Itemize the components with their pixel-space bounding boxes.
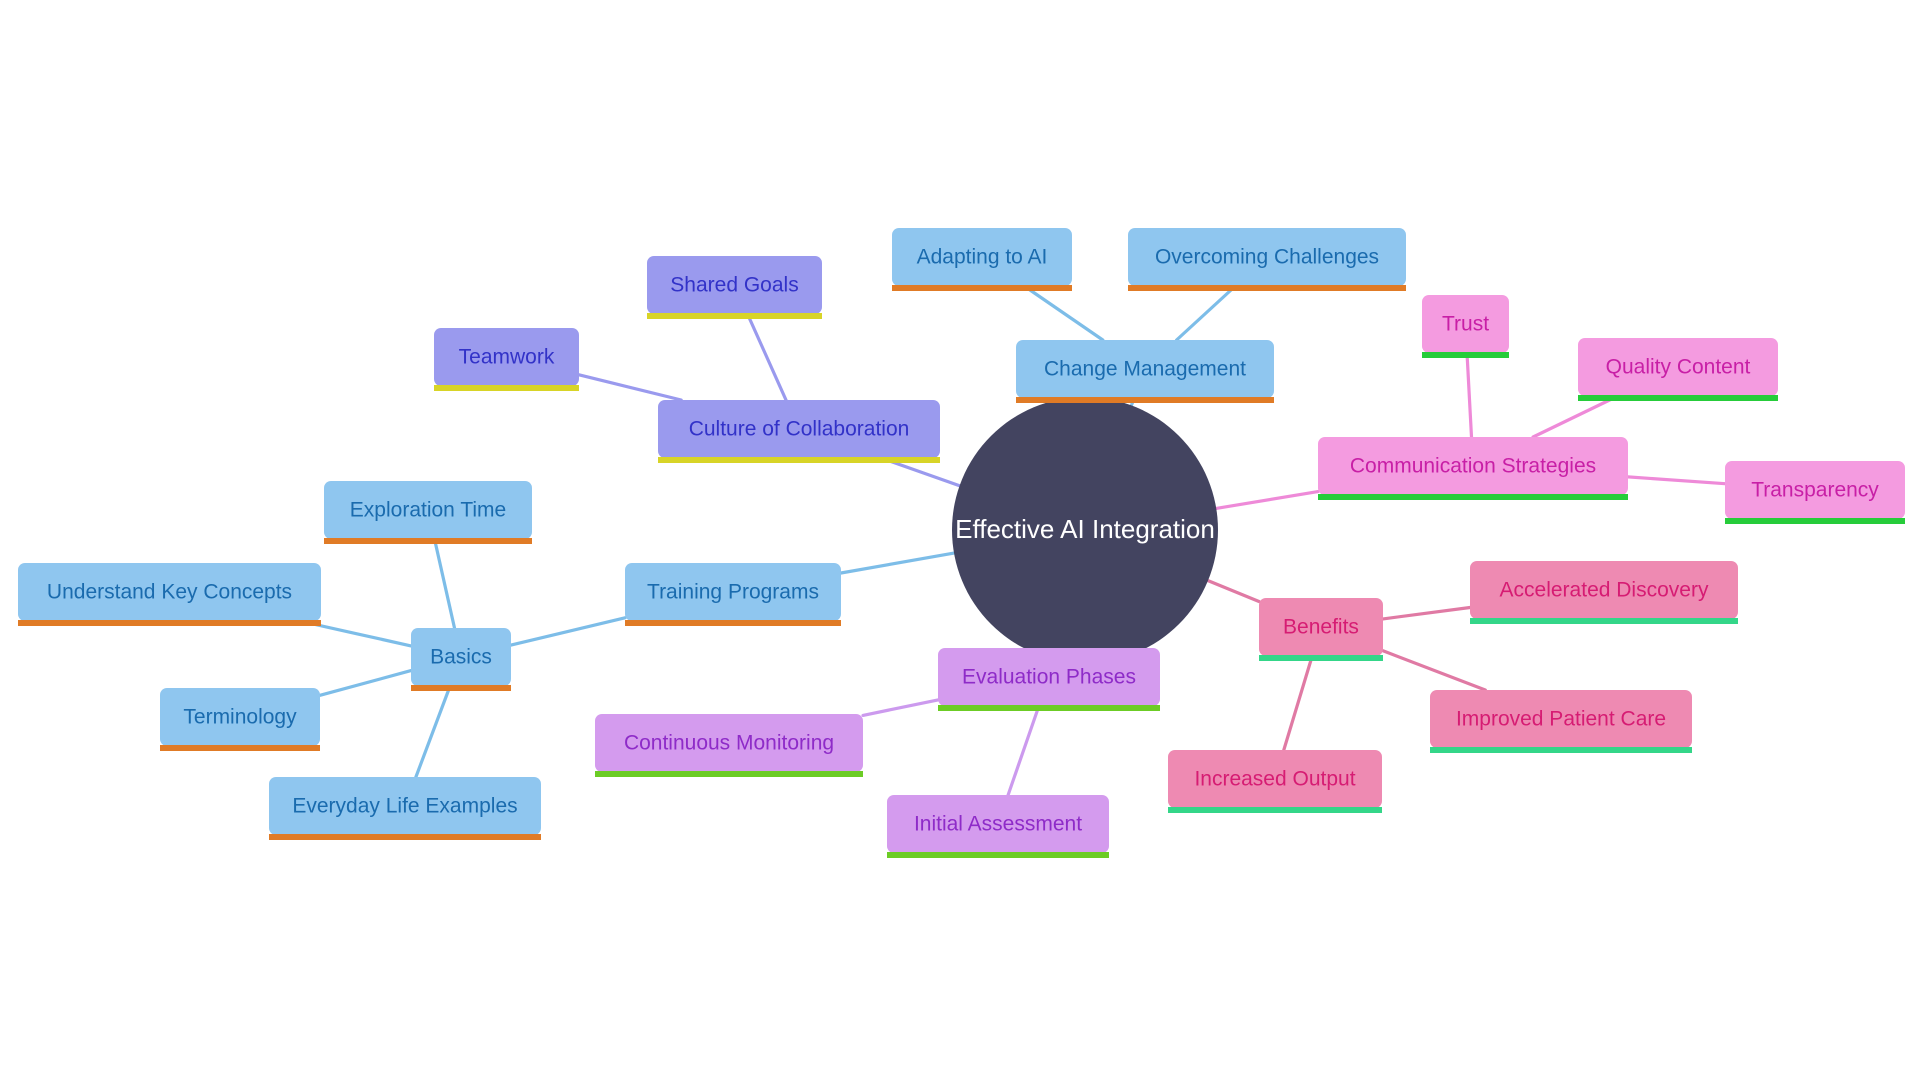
edge-communication-strategies-to-quality-content (1531, 394, 1620, 439)
node-initial-assessment[interactable]: Initial Assessment (887, 795, 1109, 858)
edge-root-to-communication-strategies (1214, 490, 1320, 510)
node-underline-evaluation-phases (938, 705, 1160, 711)
node-underline-culture-of-collaboration (658, 457, 940, 463)
node-evaluation-phases[interactable]: Evaluation Phases (938, 648, 1160, 711)
node-teamwork[interactable]: Teamwork (434, 328, 579, 391)
node-improved-patient-care[interactable]: Improved Patient Care (1430, 690, 1692, 753)
node-underline-increased-output (1168, 807, 1382, 813)
node-adapting-to-ai[interactable]: Adapting to AI (892, 228, 1072, 291)
edge-benefits-to-increased-output (1282, 654, 1314, 752)
node-box-benefits (1259, 598, 1383, 656)
node-underline-terminology (160, 745, 320, 751)
node-shared-goals[interactable]: Shared Goals (647, 256, 822, 319)
node-box-initial-assessment (887, 795, 1109, 853)
node-box-quality-content (1578, 338, 1778, 396)
edge-basics-to-terminology (318, 669, 413, 697)
edge-benefits-to-accelerated-discovery (1381, 605, 1472, 621)
node-box-training-programs (625, 563, 841, 621)
node-underline-teamwork (434, 385, 579, 391)
node-overcoming-challenges[interactable]: Overcoming Challenges (1128, 228, 1406, 291)
edge-root-to-benefits (1206, 579, 1261, 604)
root-node-circle (952, 397, 1218, 663)
node-box-trust (1422, 295, 1509, 353)
node-underline-everyday-life-examples (269, 834, 541, 840)
node-exploration-time[interactable]: Exploration Time (324, 481, 532, 544)
edge-culture-of-collaboration-to-teamwork (577, 373, 683, 402)
node-everyday-life-examples[interactable]: Everyday Life Examples (269, 777, 541, 840)
node-terminology[interactable]: Terminology (160, 688, 320, 751)
node-underline-overcoming-challenges (1128, 285, 1406, 291)
node-quality-content[interactable]: Quality Content (1578, 338, 1778, 401)
edge-change-management-to-overcoming-challenges (1175, 284, 1237, 342)
edge-benefits-to-improved-patient-care (1381, 649, 1487, 692)
node-box-adapting-to-ai (892, 228, 1072, 286)
node-box-overcoming-challenges (1128, 228, 1406, 286)
node-communication-strategies[interactable]: Communication Strategies (1318, 437, 1628, 500)
node-training-programs[interactable]: Training Programs (625, 563, 841, 626)
node-underline-shared-goals (647, 313, 822, 319)
node-underline-change-management (1016, 397, 1274, 403)
node-box-change-management (1016, 340, 1274, 398)
edge-evaluation-phases-to-initial-assessment (1006, 704, 1041, 797)
node-increased-output[interactable]: Increased Output (1168, 750, 1382, 813)
edge-communication-strategies-to-transparency (1626, 475, 1727, 486)
node-underline-quality-content (1578, 395, 1778, 401)
edge-training-programs-to-basics (509, 616, 627, 647)
node-box-transparency (1725, 461, 1905, 519)
node-underline-training-programs (625, 620, 841, 626)
node-box-understand-key-concepts (18, 563, 321, 621)
node-box-culture-of-collaboration (658, 400, 940, 458)
node-underline-continuous-monitoring (595, 771, 863, 777)
node-transparency[interactable]: Transparency (1725, 461, 1905, 524)
node-box-teamwork (434, 328, 579, 386)
edge-culture-of-collaboration-to-shared-goals (745, 312, 788, 402)
node-underline-initial-assessment (887, 852, 1109, 858)
node-box-exploration-time (324, 481, 532, 539)
node-basics[interactable]: Basics (411, 628, 511, 691)
node-underline-adapting-to-ai (892, 285, 1072, 291)
node-continuous-monitoring[interactable]: Continuous Monitoring (595, 714, 863, 777)
node-culture-of-collaboration[interactable]: Culture of Collaboration (658, 400, 940, 463)
edge-root-to-training-programs (839, 551, 956, 575)
node-benefits[interactable]: Benefits (1259, 598, 1383, 661)
edge-change-management-to-adapting-to-ai (1022, 284, 1105, 342)
edge-communication-strategies-to-trust (1465, 351, 1474, 439)
edge-basics-to-everyday-life-examples (414, 684, 452, 779)
node-box-shared-goals (647, 256, 822, 314)
node-box-everyday-life-examples (269, 777, 541, 835)
node-layer: Effective AI IntegrationChange Managemen… (18, 228, 1905, 858)
node-box-accelerated-discovery (1470, 561, 1738, 619)
mindmap-svg: Effective AI IntegrationChange Managemen… (18, 228, 1905, 858)
edge-evaluation-phases-to-continuous-monitoring (861, 698, 940, 717)
node-understand-key-concepts[interactable]: Understand Key Concepts (18, 563, 321, 626)
node-underline-transparency (1725, 518, 1905, 524)
node-underline-communication-strategies (1318, 494, 1628, 500)
node-box-continuous-monitoring (595, 714, 863, 772)
node-trust[interactable]: Trust (1422, 295, 1509, 358)
node-box-terminology (160, 688, 320, 746)
root-node-root[interactable]: Effective AI Integration (952, 397, 1218, 663)
node-underline-trust (1422, 352, 1509, 358)
node-accelerated-discovery[interactable]: Accelerated Discovery (1470, 561, 1738, 624)
node-underline-benefits (1259, 655, 1383, 661)
node-underline-improved-patient-care (1430, 747, 1692, 753)
node-underline-exploration-time (324, 538, 532, 544)
node-box-improved-patient-care (1430, 690, 1692, 748)
edge-basics-to-exploration-time (432, 537, 457, 630)
node-box-increased-output (1168, 750, 1382, 808)
node-box-evaluation-phases (938, 648, 1160, 706)
mindmap-canvas: Effective AI Integration Change Managemen… (0, 0, 1920, 1080)
node-box-communication-strategies (1318, 437, 1628, 495)
node-underline-understand-key-concepts (18, 620, 321, 626)
node-change-management[interactable]: Change Management (1016, 340, 1274, 403)
node-box-basics (411, 628, 511, 686)
node-underline-accelerated-discovery (1470, 618, 1738, 624)
node-underline-basics (411, 685, 511, 691)
